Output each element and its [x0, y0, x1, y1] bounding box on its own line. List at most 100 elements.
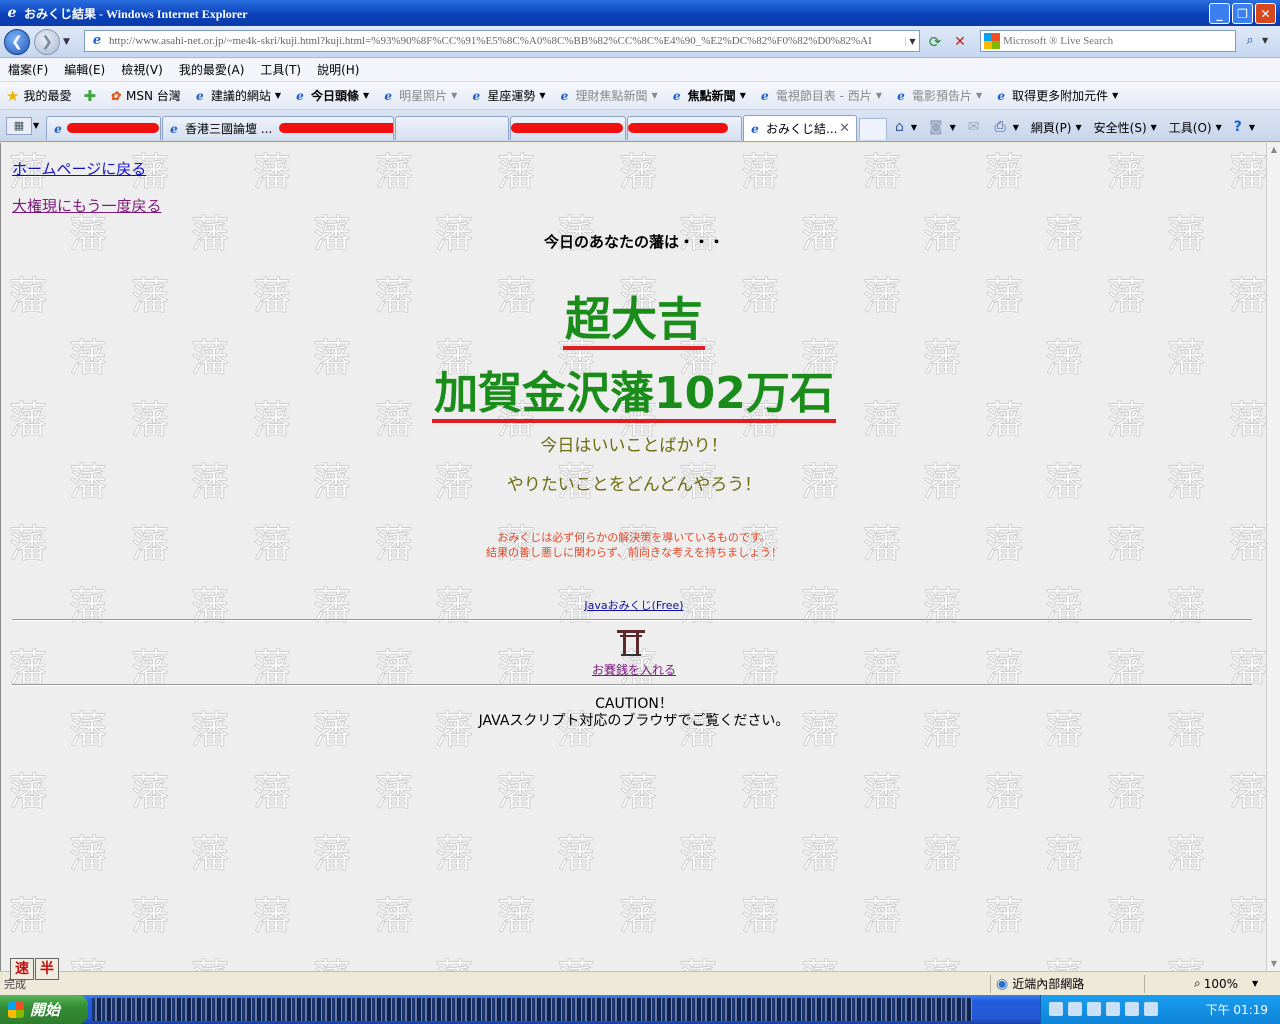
favorite-link[interactable]: e 建議的網站 ▼ — [187, 87, 287, 104]
tray-info-icon[interactable] — [1125, 1002, 1139, 1016]
ie-logo-icon: e — [7, 5, 17, 21]
home-icon: ⌂ — [895, 119, 904, 135]
minimize-button[interactable]: _ — [1209, 3, 1230, 24]
close-tab-icon[interactable]: ✕ — [839, 121, 850, 136]
redaction-mark — [67, 123, 159, 133]
search-input[interactable] — [1003, 35, 1223, 47]
ime-halfwidth-button[interactable]: 半 — [35, 958, 59, 980]
search-options-dropdown-icon[interactable]: ▼ — [1262, 30, 1274, 52]
tab-list-dropdown-icon[interactable]: ▼ — [33, 117, 39, 135]
tab-active[interactable]: e おみくじ結... ✕ — [743, 115, 857, 141]
redaction-mark — [628, 123, 728, 133]
back-to-shrine-link[interactable]: 大権現にもう一度戻る — [12, 195, 162, 216]
tools-menu[interactable]: 工具(O) ▼ — [1169, 119, 1222, 136]
start-button[interactable]: 開始 — [0, 995, 88, 1024]
maximize-button[interactable]: ❐ — [1232, 3, 1253, 24]
separator — [990, 975, 991, 993]
menu-tools[interactable]: 工具(T) — [252, 61, 309, 78]
tab-1[interactable]: e — [46, 116, 161, 140]
add-favorite-button[interactable]: ✚ — [77, 87, 102, 105]
favorite-link[interactable]: e 取得更多附加元件 ▼ — [988, 87, 1124, 104]
url-text[interactable]: http://www.asahi-net.or.jp/~me4k-skri/ku… — [109, 35, 905, 47]
scroll-down-icon[interactable]: ▼ — [1267, 957, 1280, 971]
search-icon[interactable]: ⌕ — [1238, 30, 1262, 52]
new-tab-button[interactable] — [859, 118, 887, 140]
offering-link[interactable]: お賽銭を入れる — [1, 661, 1266, 678]
chevron-down-icon[interactable]: ▼ — [976, 91, 982, 100]
clock[interactable]: 下午 01:19 — [1206, 1001, 1268, 1018]
stop-button[interactable]: ✕ — [950, 32, 970, 52]
favorite-link[interactable]: e 電影預告片 ▼ — [888, 87, 988, 104]
tray-network-icon[interactable] — [1049, 1002, 1063, 1016]
add-star-icon: ✚ — [83, 86, 97, 105]
tray-security-icon[interactable] — [1106, 1002, 1120, 1016]
fortune-result: 超大吉 — [1, 283, 1266, 350]
vertical-scrollbar[interactable]: ▲ ▼ — [1266, 143, 1280, 971]
tray-app-icon[interactable] — [1068, 1002, 1082, 1016]
back-button[interactable]: ❮ — [4, 28, 30, 55]
favorite-link[interactable]: e 理財焦點新聞 ▼ — [552, 87, 664, 104]
help-icon: ? — [1233, 119, 1242, 135]
scroll-up-icon[interactable]: ▲ — [1267, 143, 1280, 157]
security-zone[interactable]: ◉ 近端內部網路 — [996, 975, 1084, 992]
tray-volume-icon[interactable] — [1087, 1002, 1101, 1016]
history-dropdown-icon[interactable]: ▼ — [63, 37, 70, 47]
menu-edit[interactable]: 編輯(E) — [56, 61, 113, 78]
address-input[interactable]: e http://www.asahi-net.or.jp/~me4k-skri/… — [84, 30, 920, 52]
zoom-control[interactable]: ⌕ 100% ▼ — [1194, 976, 1258, 991]
favorite-link[interactable]: e 焦點新聞 ▼ — [664, 87, 752, 104]
favorite-link[interactable]: e 電視節目表 - 西片 ▼ — [752, 87, 888, 104]
torii-gate-icon[interactable] — [616, 627, 646, 657]
help-button[interactable]: ? ▼ — [1234, 119, 1255, 135]
live-search-icon — [984, 33, 1000, 49]
ime-speed-button[interactable]: 速 — [10, 958, 34, 980]
favorite-link[interactable]: ✿ MSN 台灣 — [102, 87, 187, 104]
menu-file[interactable]: 檔案(F) — [0, 61, 56, 78]
mail-icon: ✉ — [967, 119, 980, 135]
menu-help[interactable]: 說明(H) — [309, 61, 367, 78]
homepage-link[interactable]: ホームページに戻る — [12, 158, 146, 179]
intranet-globe-icon: ◉ — [996, 975, 1009, 992]
chevron-down-icon[interactable]: ▼ — [1112, 91, 1118, 100]
menu-favorites[interactable]: 我的最愛(A) — [171, 61, 253, 78]
forward-button[interactable]: ❯ — [34, 28, 60, 55]
tab-3[interactable] — [395, 116, 509, 140]
favorite-link[interactable]: e 星座運勢 ▼ — [463, 87, 551, 104]
zone-label: 近端內部網路 — [1012, 977, 1085, 991]
refresh-button[interactable]: ⟳ — [925, 32, 945, 52]
tab-4[interactable] — [510, 116, 626, 140]
chevron-down-icon[interactable]: ▼ — [363, 91, 369, 100]
tab-5[interactable] — [627, 116, 742, 140]
quick-tabs-icon[interactable]: ▦ — [6, 117, 32, 135]
note-line-1: おみくじは必ず何らかの解決策を導いているものです。 — [497, 531, 771, 544]
page-menu[interactable]: 網頁(P) ▼ — [1031, 119, 1082, 136]
address-dropdown-icon[interactable]: ▼ — [905, 36, 919, 46]
search-box[interactable] — [980, 30, 1236, 52]
page-icon: e — [897, 88, 905, 103]
chevron-down-icon[interactable]: ▼ — [539, 91, 545, 100]
safety-menu[interactable]: 安全性(S) ▼ — [1094, 119, 1157, 136]
favorites-center-button[interactable]: ★ 我的最愛 — [0, 87, 77, 105]
home-button[interactable]: ⌂ ▼ — [895, 119, 917, 135]
zoom-dropdown-icon[interactable]: ▼ — [1252, 979, 1258, 988]
chevron-down-icon[interactable]: ▼ — [652, 91, 658, 100]
divider — [12, 619, 1252, 621]
chevron-down-icon[interactable]: ▼ — [451, 91, 457, 100]
feeds-button[interactable]: ◙ ▼ — [929, 119, 956, 135]
menu-view[interactable]: 檢視(V) — [113, 61, 171, 78]
close-window-button[interactable]: ✕ — [1255, 3, 1276, 24]
tray-update-icon[interactable] — [1144, 1002, 1158, 1016]
print-button[interactable]: ⎙ ▼ — [995, 119, 1019, 135]
favorite-link[interactable]: e 今日頭條 ▼ — [287, 87, 375, 104]
chevron-down-icon[interactable]: ▼ — [876, 91, 882, 100]
chevron-down-icon[interactable]: ▼ — [740, 91, 746, 100]
chevron-down-icon[interactable]: ▼ — [275, 91, 281, 100]
start-label: 開始 — [30, 1001, 61, 1019]
java-omikuji-link[interactable]: Javaおみくじ(Free) — [1, 597, 1266, 613]
tab-2[interactable]: e 香港三國論壇 ... — [162, 116, 394, 140]
mail-button[interactable]: ✉ — [968, 119, 983, 135]
redaction-mark — [511, 123, 623, 133]
favorite-link[interactable]: e 明星照片 ▼ — [375, 87, 463, 104]
msn-butterfly-icon: ✿ — [110, 88, 121, 103]
star-icon: ★ — [6, 86, 20, 105]
